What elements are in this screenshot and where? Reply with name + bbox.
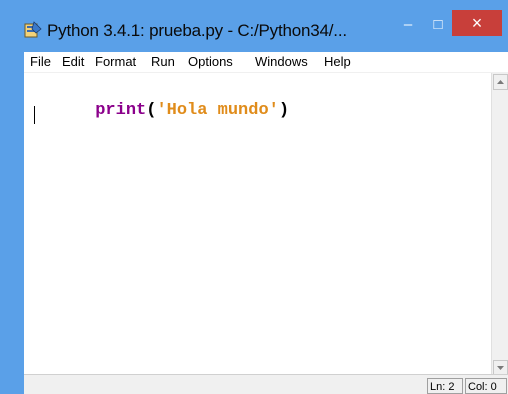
menu-run[interactable]: Run bbox=[151, 54, 175, 69]
code-close-paren: ) bbox=[278, 101, 290, 120]
status-column-number: Col: 0 bbox=[465, 378, 507, 394]
window-title: Python 3.4.1: prueba.py - C:/Python34/..… bbox=[47, 21, 347, 40]
menu-bar: File Edit Format Run Options Windows Hel… bbox=[24, 52, 508, 73]
idle-editor-window: Python 3.4.1: prueba.py - C:/Python34/..… bbox=[0, 0, 508, 394]
code-open-paren: ( bbox=[146, 101, 157, 120]
code-string: 'Hola mundo' bbox=[156, 101, 279, 120]
title-bar[interactable]: Python 3.4.1: prueba.py - C:/Python34/..… bbox=[0, 0, 508, 50]
menu-options[interactable]: Options bbox=[188, 54, 233, 69]
menu-file[interactable]: File bbox=[30, 54, 51, 69]
status-bar: Ln: 2 Col: 0 bbox=[24, 374, 508, 394]
menu-edit[interactable]: Edit bbox=[62, 54, 84, 69]
code-keyword: print bbox=[95, 101, 147, 120]
close-icon: × bbox=[471, 13, 483, 33]
menu-windows[interactable]: Windows bbox=[255, 54, 308, 69]
code-editor[interactable]: print('Hola mundo') bbox=[24, 73, 491, 378]
scroll-up-icon bbox=[497, 80, 504, 84]
vertical-scrollbar[interactable] bbox=[491, 73, 508, 378]
menu-format[interactable]: Format bbox=[95, 54, 136, 69]
text-cursor bbox=[34, 106, 35, 124]
close-button[interactable]: × bbox=[452, 10, 502, 36]
status-line-number: Ln: 2 bbox=[427, 378, 463, 394]
scroll-down-icon bbox=[497, 366, 504, 370]
minimize-icon: – bbox=[403, 16, 413, 33]
code-line: print('Hola mundo') bbox=[34, 82, 289, 139]
maximize-icon: □ bbox=[433, 16, 443, 33]
maximize-button[interactable]: □ bbox=[426, 12, 450, 38]
menu-help[interactable]: Help bbox=[324, 54, 351, 69]
python-idle-icon bbox=[24, 21, 42, 38]
minimize-button[interactable]: – bbox=[396, 12, 420, 38]
scroll-up-button[interactable] bbox=[493, 74, 508, 90]
